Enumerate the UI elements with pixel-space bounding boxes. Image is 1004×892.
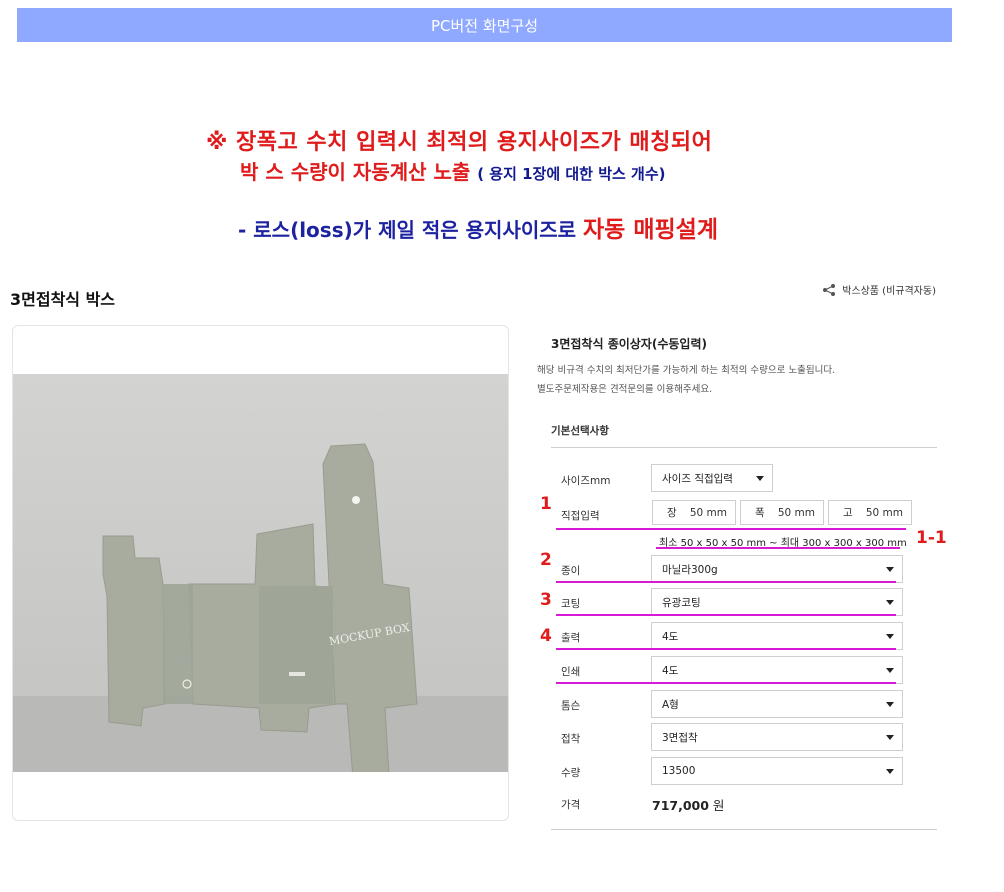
section-title: 기본선택사항 bbox=[551, 425, 609, 437]
gluing-select[interactable]: 3면접착 bbox=[651, 723, 903, 751]
notice-line-3-main: - 로스(loss)가 제일 적은 용지사이즈로 bbox=[238, 218, 584, 242]
coating-select[interactable]: 유광코팅 bbox=[651, 588, 903, 616]
notice-line-2: 박 스 수량이 자동계산 노출 ( 용지 1장에 대한 박스 개수) bbox=[240, 156, 1004, 185]
chevron-down-icon bbox=[886, 668, 894, 673]
paper-label: 종이 bbox=[561, 565, 581, 577]
share-link[interactable]: 박스상품 (비규격자동) bbox=[822, 282, 936, 297]
notice-line-1: ※ 장폭고 수치 입력시 최적의 용지사이즈가 매칭되어 bbox=[206, 130, 713, 155]
chevron-down-icon bbox=[886, 735, 894, 740]
length-input[interactable]: 장 50 mm bbox=[652, 500, 736, 525]
size-label: 사이즈mm bbox=[561, 475, 611, 487]
price-unit: 원 bbox=[712, 798, 725, 813]
panel-title: 3면접착식 종이상자(수동입력) bbox=[551, 337, 707, 351]
page-title: 3면접착식 박스 bbox=[10, 290, 116, 309]
length-input-value: 50 mm bbox=[689, 506, 727, 519]
box-dieline-illustration: MOCKUP BOX bbox=[13, 374, 508, 779]
paper-select-value: 마닐라300g bbox=[662, 563, 718, 576]
share-icon bbox=[823, 283, 836, 296]
panel-desc-line-2: 별도주문제작용은 견적문의를 이용해주세요. bbox=[537, 384, 713, 395]
annotation-underline-4 bbox=[556, 648, 896, 650]
marker-2: 2 bbox=[540, 550, 552, 570]
chevron-down-icon bbox=[756, 476, 764, 481]
notice-line-3: - 로스(loss)가 제일 적은 용지사이즈로 자동 매핑설계 bbox=[238, 210, 1004, 244]
marker-1: 1 bbox=[540, 494, 552, 514]
coating-label: 코팅 bbox=[561, 598, 581, 610]
direct-input-label: 직접입력 bbox=[561, 510, 600, 522]
panel-description: 해당 비규격 수치의 최저단가를 가능하게 하는 최적의 수량으로 노출됩니다.… bbox=[537, 361, 835, 399]
annotation-underline-3 bbox=[556, 614, 896, 616]
share-label: 박스상품 (비규격자동) bbox=[842, 286, 936, 297]
panel-desc-line-1: 해당 비규격 수치의 최저단가를 가능하게 하는 최적의 수량으로 노출됩니다. bbox=[537, 365, 836, 376]
print-select-value: 4도 bbox=[662, 664, 679, 677]
annotation-underline-5 bbox=[556, 682, 896, 684]
quantity-select-value: 13500 bbox=[662, 765, 696, 777]
notice-line-3-highlight: 자동 매핑설계 bbox=[583, 217, 718, 243]
annotation-underline-1-1 bbox=[656, 547, 900, 549]
product-photo: MOCKUP BOX bbox=[13, 374, 508, 779]
height-input-label: 고 bbox=[843, 507, 853, 519]
width-input-value: 50 mm bbox=[777, 506, 815, 519]
header-title: PC버전 화면구성 bbox=[430, 16, 539, 35]
chevron-down-icon bbox=[886, 634, 894, 639]
annotation-underline-1 bbox=[556, 528, 906, 530]
output-select-value: 4도 bbox=[662, 630, 679, 643]
print-label: 인쇄 bbox=[561, 666, 581, 678]
price-value: 717,000 원 bbox=[652, 795, 724, 814]
notice-line-2-sub: ( 용지 1장에 대한 박스 개수) bbox=[477, 165, 666, 183]
chevron-down-icon bbox=[886, 567, 894, 572]
chevron-down-icon bbox=[886, 769, 894, 774]
gluing-select-value: 3면접착 bbox=[662, 731, 698, 744]
quantity-select[interactable]: 13500 bbox=[651, 757, 903, 785]
output-select[interactable]: 4도 bbox=[651, 622, 903, 650]
bottom-divider bbox=[551, 829, 937, 830]
size-select-value: 사이즈 직접입력 bbox=[662, 472, 733, 485]
thomson-label: 톰슨 bbox=[561, 700, 581, 712]
coating-select-value: 유광코팅 bbox=[662, 596, 701, 609]
height-input-value: 50 mm bbox=[865, 506, 903, 519]
header-bar: PC버전 화면구성 bbox=[17, 8, 952, 42]
size-select[interactable]: 사이즈 직접입력 bbox=[651, 464, 773, 492]
chevron-down-icon bbox=[886, 702, 894, 707]
quantity-label: 수량 bbox=[561, 767, 581, 779]
marker-4: 4 bbox=[540, 626, 552, 646]
marker-3: 3 bbox=[540, 590, 552, 610]
width-input-label: 폭 bbox=[755, 507, 765, 519]
price-amount: 717,000 bbox=[652, 798, 709, 813]
chevron-down-icon bbox=[886, 600, 894, 605]
gluing-label: 접착 bbox=[561, 733, 581, 745]
section-divider bbox=[551, 447, 937, 448]
price-label: 가격 bbox=[561, 799, 581, 811]
output-label: 출력 bbox=[561, 632, 581, 644]
product-image-card: MOCKUP BOX bbox=[12, 325, 509, 821]
notice-line-2-main: 박 스 수량이 자동계산 노출 bbox=[240, 160, 478, 184]
width-input[interactable]: 폭 50 mm bbox=[740, 500, 824, 525]
height-input[interactable]: 고 50 mm bbox=[828, 500, 912, 525]
thomson-select-value: A형 bbox=[662, 698, 679, 711]
print-select[interactable]: 4도 bbox=[651, 656, 903, 684]
paper-select[interactable]: 마닐라300g bbox=[651, 555, 903, 583]
annotation-underline-2 bbox=[556, 581, 896, 583]
thomson-select[interactable]: A형 bbox=[651, 690, 903, 718]
marker-1-1: 1-1 bbox=[916, 528, 947, 548]
length-input-label: 장 bbox=[667, 507, 677, 519]
